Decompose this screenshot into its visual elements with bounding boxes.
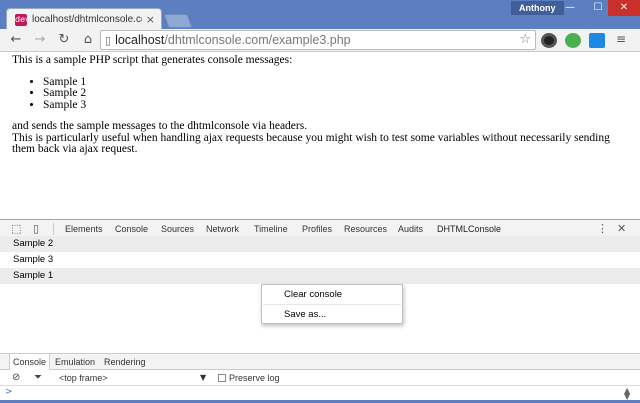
context-menu: Clear console Save as... [261,284,403,324]
favicon-icon: dev [15,13,30,26]
close-tab-icon[interactable]: × [146,13,155,26]
url-text: localhost/dhtmlconsole.com/example3.php [115,33,351,47]
log-row: Sample 2 [0,236,640,252]
device-mode-icon[interactable]: ▯ [33,222,39,235]
extension-icon-1[interactable] [541,33,557,48]
address-bar[interactable]: ▯ localhost/dhtmlconsole.com/example3.ph… [100,30,536,50]
drawer-tab-rendering[interactable]: Rendering [101,354,149,370]
console-toolbar: ⊘ ⏷ <top frame> ▼ Preserve log [0,370,640,386]
scroll-down-icon[interactable]: ▼ [624,391,630,403]
log-row: Sample 3 [13,254,54,265]
browser-toolbar: ← → ↻ ⌂ ▯ localhost/dhtmlconsole.com/exa… [0,29,640,52]
title-bar: dev localhost/dhtmlconsole.co × Anthony … [0,0,640,30]
prompt-symbol: > [5,387,13,397]
url-path: /dhtmlconsole.com/example3.php [164,33,351,47]
menu-divider [263,304,401,305]
tab-title: localhost/dhtmlconsole.co [32,14,142,25]
reload-button[interactable]: ↻ [54,31,74,49]
list-item: Sample 2 [43,87,628,100]
url-host: localhost [115,33,165,47]
browser-window: dev localhost/dhtmlconsole.co × Anthony … [0,0,640,403]
minimize-button[interactable]: — [556,0,584,16]
intro-text: This is a sample PHP script that generat… [12,54,293,66]
browser-tab[interactable]: dev localhost/dhtmlconsole.co × [6,8,162,30]
back-button[interactable]: ← [6,31,26,49]
new-tab-button[interactable] [163,14,193,28]
list-item: Sample 3 [43,99,628,112]
clear-console-icon[interactable]: ⊘ [12,372,20,383]
console-prompt[interactable]: > ▲ ▼ [0,386,640,403]
preserve-log-checkbox[interactable] [218,374,226,382]
dropdown-arrow-icon[interactable]: ▼ [200,370,206,386]
chrome-menu-icon[interactable]: ≡ [616,32,626,46]
log-row: Sample 1 [0,268,640,284]
sample-list: Sample 1 Sample 2 Sample 3 [43,76,628,112]
extension-icon-3[interactable] [589,33,605,48]
page-content: This is a sample PHP script that generat… [0,52,640,219]
filter-icon[interactable]: ⏷ [34,372,42,383]
save-as-menu-item[interactable]: Save as... [284,306,326,323]
extension-icon-2[interactable] [565,33,581,48]
page-info-icon[interactable]: ▯ [105,34,111,47]
drawer-tab-console[interactable]: Console [9,354,51,370]
drawer-tab-emulation[interactable]: Emulation [52,354,98,370]
home-button[interactable]: ⌂ [78,31,98,49]
forward-button[interactable]: → [30,31,50,49]
description-line-1: and sends the sample messages to the dht… [12,120,308,132]
frame-select[interactable]: <top frame> [59,370,108,386]
close-devtools-icon[interactable]: ✕ [617,222,626,235]
bookmark-star-icon[interactable]: ☆ [519,32,531,47]
divider [53,223,54,235]
preserve-log-label: Preserve log [229,373,280,383]
list-item: Sample 1 [43,76,628,89]
description-line-2: This is particularly useful when handlin… [12,131,610,155]
drawer-tab-bar: Console Emulation Rendering [0,353,640,370]
inspect-element-icon[interactable]: ⬚ [11,222,21,235]
close-window-button[interactable]: ✕ [608,0,640,16]
clear-console-menu-item[interactable]: Clear console [284,286,342,303]
more-options-icon[interactable]: ⋮ [597,222,608,235]
